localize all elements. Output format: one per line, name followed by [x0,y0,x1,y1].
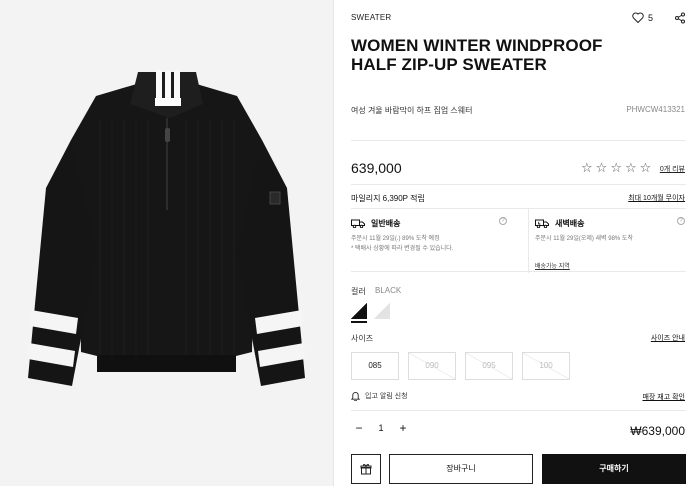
quantity-stepper: − 1 + [351,421,411,435]
dawn-shipping-eta: 주문시 11월 29일(오제) 새벽 98% 도착 [535,236,633,242]
shipping-box: 일반배송 ? 주문시 11월 29일(.) 89% 도착 예정 * 택배사 상황… [351,208,686,273]
size-option-090[interactable]: 090 [408,352,456,380]
standard-shipping-label: 일반배송 [371,219,401,228]
star-icon: ☆ [610,160,622,175]
product-price: 639,000 [351,160,402,176]
color-selected-value: BLACK [375,286,402,295]
help-icon[interactable]: ? [499,217,507,225]
quantity-decrease-button[interactable]: − [351,421,367,435]
buy-now-button[interactable]: 구매하기 [542,454,686,484]
product-code: PHWCW413321 [626,105,685,114]
size-option-095[interactable]: 095 [465,352,513,380]
heart-icon [632,12,644,23]
divider [351,184,686,185]
color-label: 컬러 [351,287,366,296]
product-image-panel [0,0,333,486]
category-label[interactable]: SWEATER [351,13,391,22]
store-stock-link[interactable]: 매장 재고 확인 [642,392,685,402]
restock-alert-button[interactable]: 입고 알림 신청 [351,391,408,401]
add-to-cart-button[interactable]: 장바구니 [389,454,533,484]
help-icon[interactable]: ? [677,217,685,225]
product-image[interactable] [0,0,333,486]
size-guide-link[interactable]: 사이즈 안내 [651,333,685,343]
standard-shipping-note: * 택배사 상황에 따라 변경될 수 있습니다. [351,246,454,252]
installment-link[interactable]: 최대 10개월 무이자 [628,193,685,203]
wishlist-button[interactable]: 5 [632,12,653,23]
color-swatch-white[interactable] [374,303,390,319]
size-option-085[interactable]: 085 [351,352,399,380]
star-icon: ☆ [595,160,608,175]
dawn-area-link[interactable]: 배송가능 지역 [535,261,570,270]
share-icon [675,12,685,24]
gift-button[interactable] [351,454,381,484]
size-option-100[interactable]: 100 [522,352,570,380]
standard-shipping-eta: 주문시 11월 29일(.) 89% 도착 예정 [351,236,440,242]
star-icon: ☆ [639,160,652,175]
divider [351,410,686,411]
dawn-shipping-label: 새벽배송 [555,219,585,228]
color-swatch-black[interactable] [351,303,367,319]
truck-icon [351,219,365,228]
star-icon: ☆ [581,160,593,175]
rating-stars: ☆ ☆ ☆ ☆ ☆ [581,160,651,176]
product-korean-name: 여성 겨울 바람막이 하프 집업 스웨터 [351,106,473,115]
star-icon: ☆ [624,160,637,175]
size-label: 사이즈 [351,334,374,343]
bell-icon [351,392,360,401]
standard-shipping: 일반배송 ? 주문시 11월 29일(.) 89% 도착 예정 * 택배사 상황… [351,209,519,273]
standard-shipping-title: 일반배송 [351,218,400,229]
restock-alert-label: 입고 알림 신청 [365,393,408,400]
wishlist-count: 5 [648,12,654,23]
quantity-increase-button[interactable]: + [395,421,411,435]
share-button[interactable] [674,11,686,29]
divider [351,140,686,141]
total-price: ₩639,000 [630,424,685,438]
gift-icon [360,464,372,475]
dawn-shipping: 새벽배송 ? 주문시 11월 29일(오제) 새벽 98% 도착 배송가능 지역 [528,209,686,273]
moon-truck-icon [535,219,549,228]
review-count-link[interactable]: 0개 리뷰 [660,164,685,174]
product-title: WOMEN WINTER WINDPROOF HALF ZIP-UP SWEAT… [351,36,603,74]
swatch-selected-indicator [351,321,367,323]
dawn-shipping-title: 새벽배송 [535,218,584,229]
quantity-value[interactable]: 1 [367,423,395,433]
mileage-info: 마일리지 6,390P 적립 [351,194,425,203]
product-info-panel: SWEATER 5 WOMEN WINTER WINDPROOF HALF ZI… [334,0,700,486]
